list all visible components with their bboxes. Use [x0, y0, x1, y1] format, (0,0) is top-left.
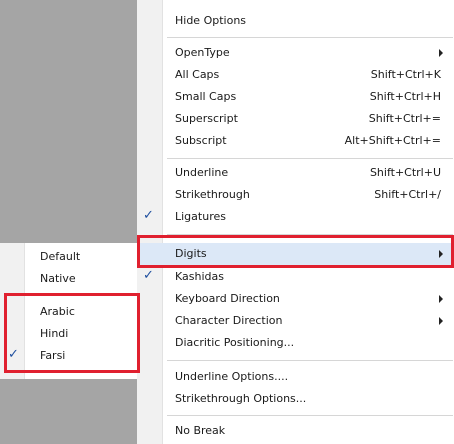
menu-separator — [167, 415, 453, 416]
submenu-item-label: Native — [40, 272, 76, 285]
menu-item-character-direction[interactable]: Character Direction — [137, 310, 454, 332]
menu-item-ligatures[interactable]: ✓ Ligatures — [137, 206, 454, 228]
submenu-arrow-icon — [439, 295, 443, 303]
context-menu: Hide Options OpenType All Caps Shift+Ctr… — [137, 0, 454, 444]
menu-item-diacritic-positioning[interactable]: Diacritic Positioning... — [137, 332, 454, 354]
menu-item-keyboard-direction[interactable]: Keyboard Direction — [137, 288, 454, 310]
menu-item-label: Subscript — [175, 134, 227, 147]
menu-item-shortcut: Shift+Ctrl+H — [369, 90, 441, 103]
menu-separator — [167, 37, 453, 38]
menu-item-underline-options[interactable]: Underline Options.... — [137, 366, 454, 388]
submenu-item-label: Default — [40, 250, 81, 263]
menu-item-label: Strikethrough Options... — [175, 392, 307, 405]
menu-item-shortcut: Shift+Ctrl+/ — [374, 188, 441, 201]
menu-item-superscript[interactable]: Superscript Shift+Ctrl+= — [137, 108, 454, 130]
menu-separator — [167, 158, 453, 159]
submenu-arrow-icon — [439, 49, 443, 57]
checkmark-icon: ✓ — [143, 208, 154, 223]
menu-item-label: Superscript — [175, 112, 238, 125]
menu-item-opentype[interactable]: OpenType — [137, 42, 454, 64]
menu-item-label: All Caps — [175, 68, 220, 81]
menu-item-label: Diacritic Positioning... — [175, 336, 295, 349]
menu-item-kashidas[interactable]: ✓ Kashidas — [137, 266, 454, 288]
menu-item-shortcut: Shift+Ctrl+K — [370, 68, 441, 81]
menu-item-label: No Break — [175, 424, 226, 437]
menu-item-label: Keyboard Direction — [175, 292, 280, 305]
checkmark-icon: ✓ — [143, 268, 154, 283]
menu-item-label: Underline Options.... — [175, 370, 289, 383]
menu-separator — [167, 360, 453, 361]
menu-item-label: Kashidas — [175, 270, 224, 283]
menu-item-no-break[interactable]: No Break — [137, 420, 454, 442]
submenu-item-default[interactable]: Default — [0, 246, 137, 268]
menu-item-shortcut: Shift+Ctrl+U — [369, 166, 441, 179]
submenu-item-native[interactable]: Native — [0, 268, 137, 290]
menu-item-label: Strikethrough — [175, 188, 250, 201]
menu-item-label: OpenType — [175, 46, 230, 59]
menu-item-all-caps[interactable]: All Caps Shift+Ctrl+K — [137, 64, 454, 86]
menu-item-label: Underline — [175, 166, 229, 179]
menu-item-small-caps[interactable]: Small Caps Shift+Ctrl+H — [137, 86, 454, 108]
menu-item-label: Small Caps — [175, 90, 237, 103]
submenu-arrow-icon — [439, 317, 443, 325]
menu-item-shortcut: Alt+Shift+Ctrl+= — [344, 134, 441, 147]
menu-item-label: Hide Options — [175, 14, 247, 27]
menu-item-hide-options[interactable]: Hide Options — [137, 10, 454, 32]
menu-item-label: Character Direction — [175, 314, 283, 327]
menu-item-label: Ligatures — [175, 210, 226, 223]
numeral-options-highlight-box — [4, 293, 140, 373]
digits-highlight-box — [137, 235, 454, 268]
menu-item-strikethrough[interactable]: Strikethrough Shift+Ctrl+/ — [137, 184, 454, 206]
menu-item-subscript[interactable]: Subscript Alt+Shift+Ctrl+= — [137, 130, 454, 152]
menu-item-strikethrough-options[interactable]: Strikethrough Options... — [137, 388, 454, 410]
menu-item-underline[interactable]: Underline Shift+Ctrl+U — [137, 162, 454, 184]
menu-item-shortcut: Shift+Ctrl+= — [368, 112, 441, 125]
